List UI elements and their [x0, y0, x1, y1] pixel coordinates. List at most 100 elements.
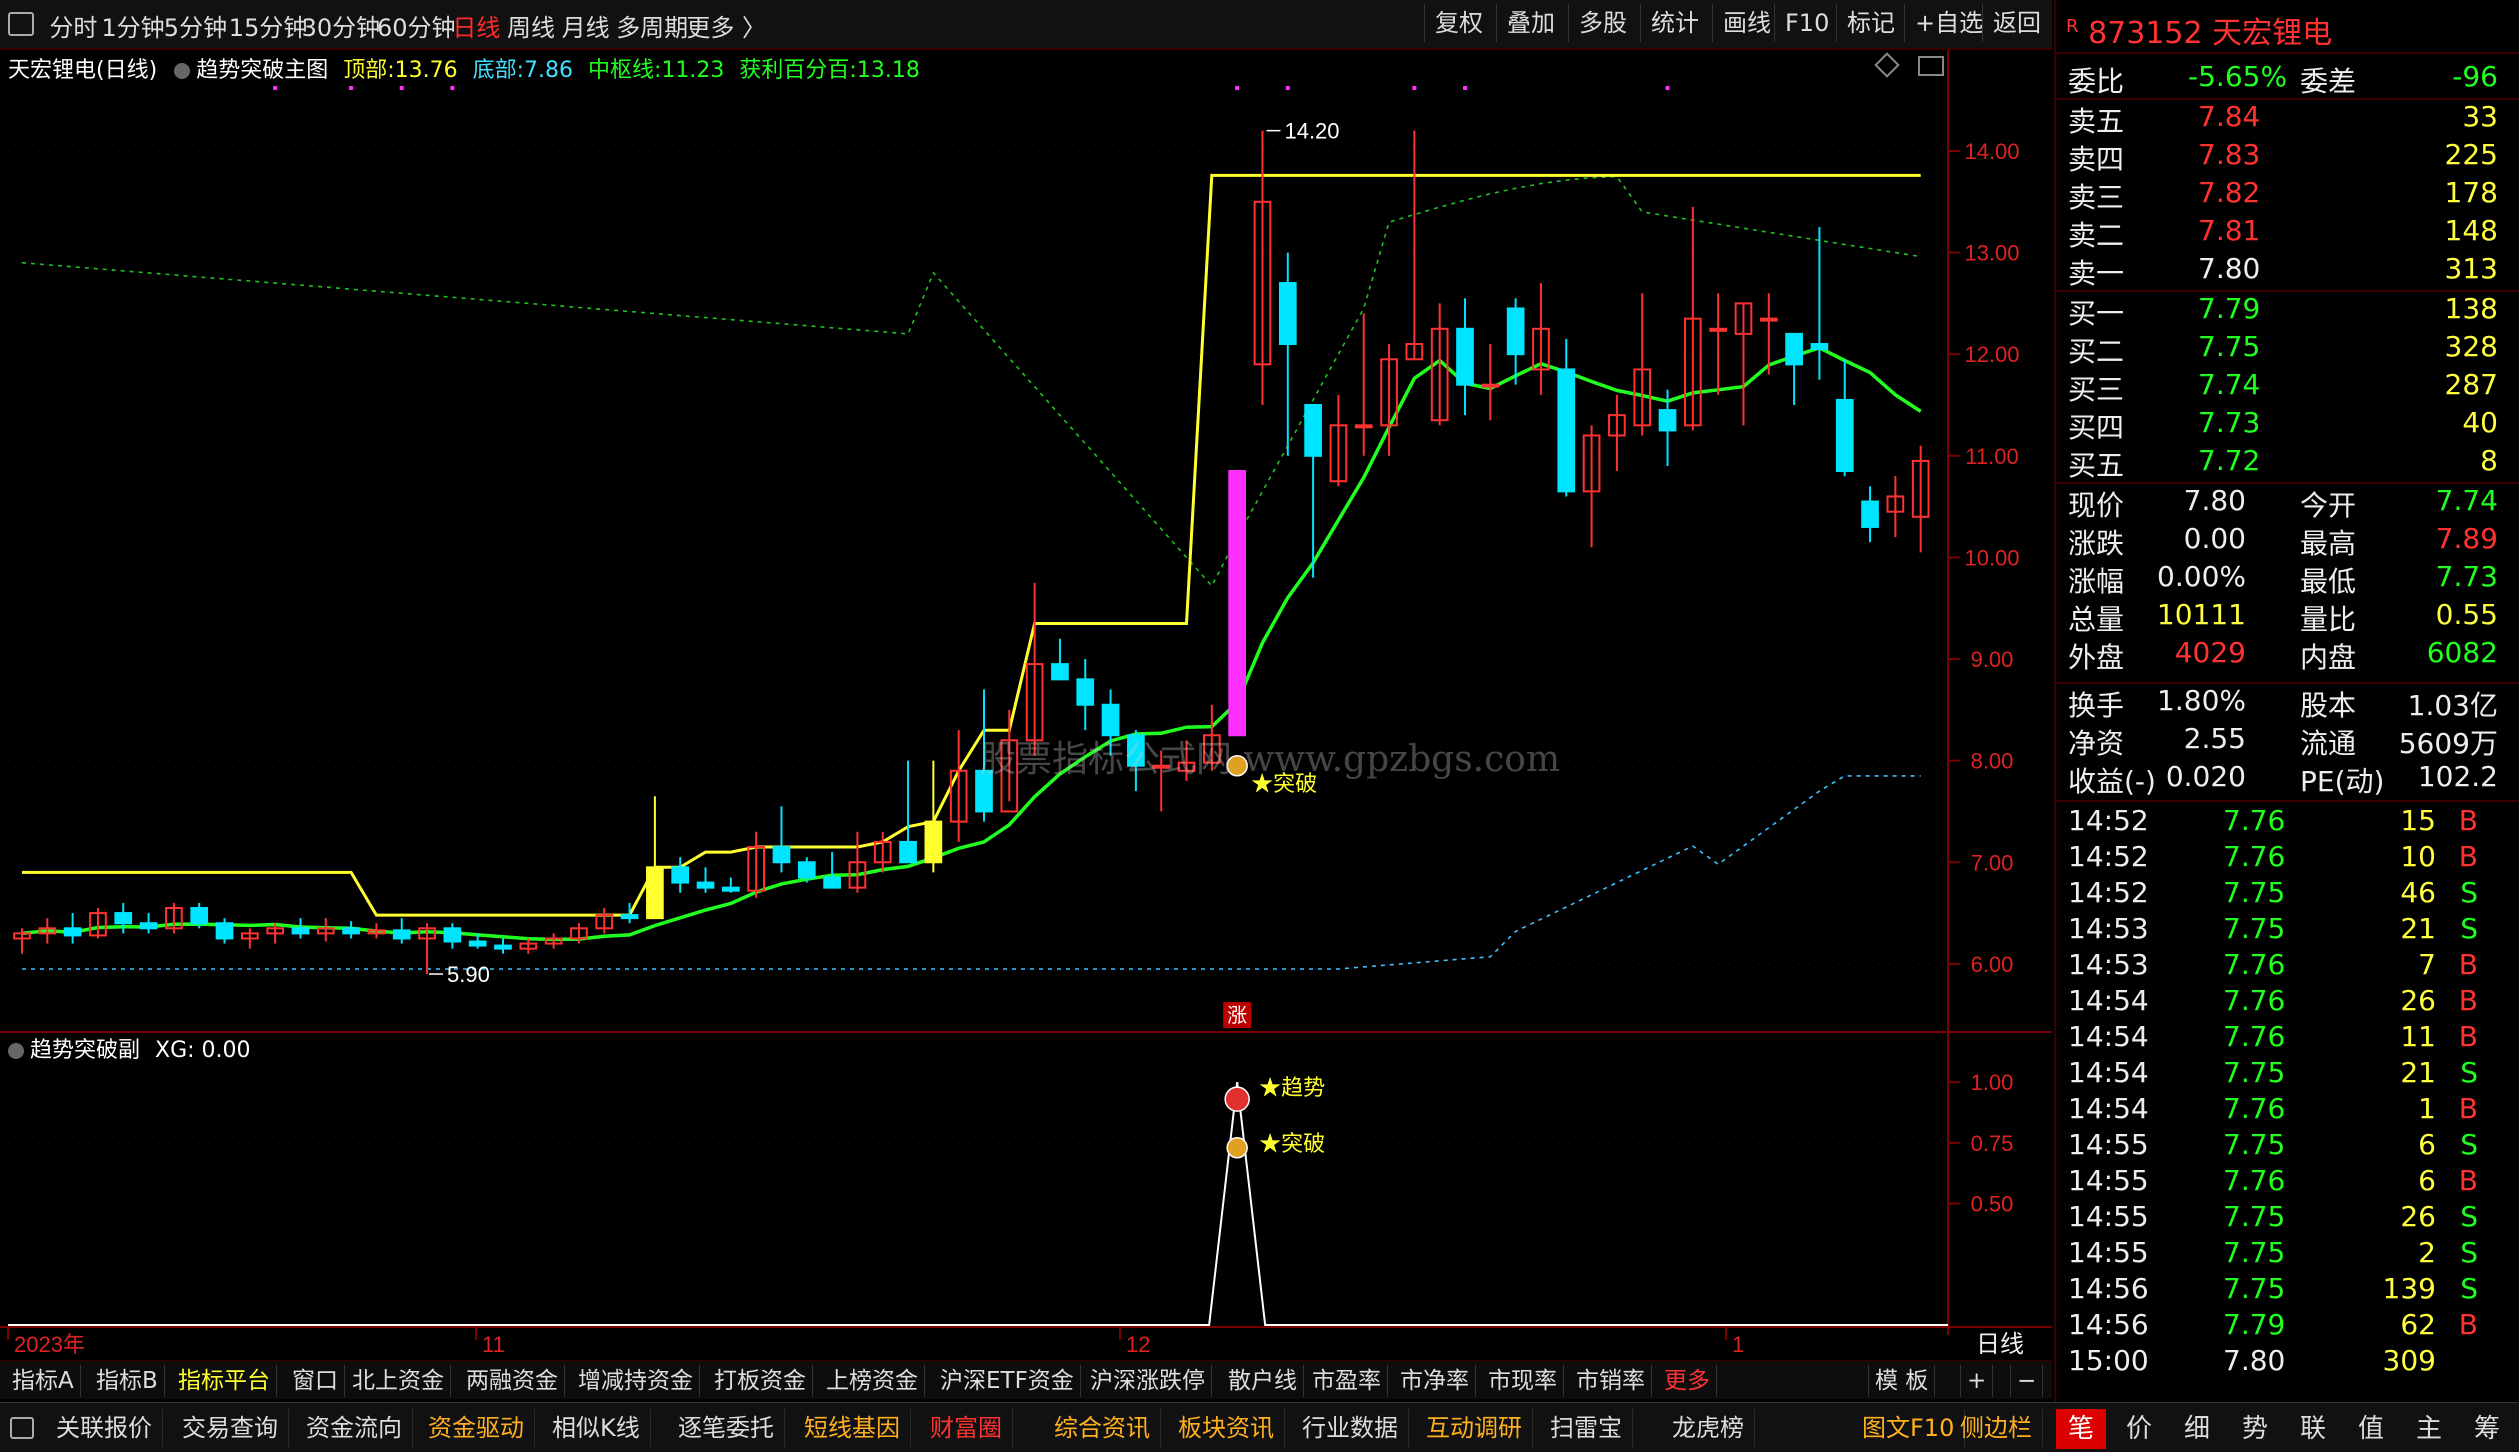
candle-body[interactable] [1709, 327, 1728, 332]
bottom-tab-0[interactable]: 关联报价 [46, 1409, 163, 1447]
candle-body[interactable] [190, 906, 209, 925]
candle-body[interactable] [139, 922, 158, 930]
indicator-toggle-icon[interactable] [174, 63, 191, 79]
candle-body[interactable] [1051, 663, 1069, 681]
candle-body[interactable] [1759, 317, 1778, 322]
indicator-tab-11[interactable]: 散户线 [1222, 1365, 1304, 1397]
ask-row[interactable]: 卖二 7.81 148 [2068, 214, 2508, 252]
side-tab-4[interactable]: 联 [2288, 1409, 2338, 1449]
main-indicator-name[interactable]: 趋势突破主图 [196, 58, 328, 83]
candle-body[interactable] [392, 929, 411, 940]
candle-body[interactable] [443, 927, 462, 943]
period-tab-10[interactable]: 更多 〉 [686, 8, 766, 43]
indicator-right-btn-1[interactable]: + [1960, 1365, 1994, 1397]
bottom-tab-3[interactable]: 资金驱动 [418, 1409, 535, 1447]
toolbar-btn-5[interactable]: F10 [1774, 4, 1839, 42]
ask-row[interactable]: 卖五 7.84 33 [2068, 100, 2508, 138]
period-tab-6[interactable]: 日线 [452, 8, 500, 43]
candle-body[interactable] [797, 861, 816, 879]
candle-body[interactable] [63, 927, 82, 937]
indicator-tab-3[interactable]: 窗口 [286, 1365, 345, 1397]
bottom-tab-14[interactable]: 图文F10 [1852, 1409, 1966, 1447]
indicator-tab-7[interactable]: 打板资金 [708, 1365, 813, 1397]
period-tab-1[interactable]: 1分钟 [101, 8, 164, 43]
indicator-tab-0[interactable]: 指标A [6, 1365, 81, 1397]
bid-row[interactable]: 买三 7.74 287 [2068, 368, 2508, 406]
indicator-tab-15[interactable]: 市销率 [1570, 1365, 1652, 1397]
bid-row[interactable]: 买四 7.73 40 [2068, 406, 2508, 444]
candle-body[interactable] [1506, 307, 1525, 356]
candle-body[interactable] [342, 927, 360, 935]
indicator-tab-9[interactable]: 沪深ETF资金 [934, 1365, 1081, 1397]
toolbar-btn-8[interactable]: 返回 [1982, 4, 2051, 42]
bottom-tab-5[interactable]: 逐笔委托 [668, 1409, 785, 1447]
bottom-tab-10[interactable]: 行业数据 [1292, 1409, 1409, 1447]
indicator-tab-13[interactable]: 市净率 [1394, 1365, 1476, 1397]
bottom-tab-12[interactable]: 扫雷宝 [1540, 1409, 1633, 1447]
candle-body[interactable] [1810, 343, 1829, 351]
candle-body[interactable] [772, 846, 791, 864]
candle-body[interactable] [1658, 409, 1677, 432]
candle-body[interactable] [1861, 500, 1879, 528]
indicator-right-btn-2[interactable]: − [2010, 1365, 2044, 1397]
candle-body[interactable] [1785, 332, 1803, 366]
side-tab-1[interactable]: 价 [2114, 1409, 2164, 1449]
side-tab-5[interactable]: 值 [2346, 1409, 2396, 1449]
indicator-tab-4[interactable]: 北上资金 [346, 1365, 451, 1397]
bottom-menu-icon[interactable] [10, 1417, 34, 1439]
candle-body[interactable] [1076, 678, 1095, 706]
bottom-tab-2[interactable]: 资金流向 [296, 1409, 413, 1447]
period-tab-0[interactable]: 分时 [49, 8, 97, 43]
period-tab-4[interactable]: 30分钟 [302, 8, 381, 43]
bid-row[interactable]: 买五 7.72 8 [2068, 444, 2508, 482]
ask-row[interactable]: 卖四 7.83 225 [2068, 138, 2508, 176]
bottom-tab-6[interactable]: 短线基因 [794, 1409, 911, 1447]
toolbar-btn-6[interactable]: 标记 [1836, 4, 1905, 42]
side-tab-3[interactable]: 势 [2230, 1409, 2280, 1449]
kline-chart-svg[interactable]: 14.0013.0012.0011.0010.009.008.007.006.0… [0, 50, 2052, 1360]
kline-chart-area[interactable]: 14.00 13.00 12.00 11.00 10.00 9.00 8.00 7.00 6.0… [0, 50, 2052, 1360]
indicator-tab-5[interactable]: 两融资金 [460, 1365, 565, 1397]
indicator-right-btn-0[interactable]: 模 板 [1868, 1365, 1936, 1397]
toolbar-btn-1[interactable]: 叠加 [1496, 4, 1565, 42]
ask-row[interactable]: 卖三 7.82 178 [2068, 176, 2508, 214]
bottom-tab-8[interactable]: 综合资讯 [1044, 1409, 1161, 1447]
period-tab-5[interactable]: 60分钟 [377, 8, 456, 43]
window-menu-icon[interactable] [8, 12, 34, 36]
period-tab-7[interactable]: 周线 [507, 8, 555, 43]
bottom-tab-11[interactable]: 互动调研 [1416, 1409, 1533, 1447]
candle-body[interactable] [823, 876, 841, 889]
indicator-tab-6[interactable]: 增减持资金 [572, 1365, 700, 1397]
period-axis-label[interactable]: 日线 [1976, 1330, 2024, 1358]
indicator-tab-8[interactable]: 上榜资金 [820, 1365, 925, 1397]
side-tab-2[interactable]: 细 [2172, 1409, 2222, 1449]
toolbar-btn-0[interactable]: 复权 [1424, 4, 1493, 42]
toolbar-btn-4[interactable]: 画线 [1712, 4, 1781, 42]
candle-body[interactable] [1354, 424, 1373, 429]
period-tab-2[interactable]: 5分钟 [164, 8, 227, 43]
panel-toggle-icon[interactable] [1918, 56, 1944, 76]
candle-body[interactable] [1304, 404, 1322, 457]
candle-body[interactable] [671, 866, 690, 884]
candle-body[interactable] [494, 944, 512, 950]
sub-indicator-name[interactable]: 趋势突破副 [30, 1038, 140, 1063]
period-tab-8[interactable]: 月线 [562, 8, 610, 43]
bottom-tab-9[interactable]: 板块资讯 [1168, 1409, 1285, 1447]
indicator-tab-12[interactable]: 市盈率 [1306, 1365, 1388, 1397]
candle-body[interactable] [646, 866, 664, 920]
toolbar-btn-7[interactable]: +自选 [1904, 4, 1993, 42]
candle-body[interactable] [721, 886, 740, 892]
bottom-tab-15[interactable]: 侧边栏 [1950, 1409, 2043, 1447]
candle-body[interactable] [1456, 327, 1474, 386]
toolbar-btn-2[interactable]: 多股 [1568, 4, 1637, 42]
candle-body[interactable] [1228, 470, 1247, 737]
bid-row[interactable]: 买二 7.75 328 [2068, 330, 2508, 368]
indicator-tab-16[interactable]: 更多 [1658, 1365, 1717, 1397]
side-tab-7[interactable]: 筹 [2462, 1409, 2512, 1449]
side-tab-0[interactable]: 笔 [2056, 1409, 2106, 1449]
indicator-tab-14[interactable]: 市现率 [1482, 1365, 1564, 1397]
period-tab-9[interactable]: 多周期 [616, 8, 688, 43]
toolbar-btn-3[interactable]: 统计 [1640, 4, 1709, 42]
candle-body[interactable] [696, 881, 715, 889]
sub-toggle-icon[interactable] [8, 1043, 24, 1059]
